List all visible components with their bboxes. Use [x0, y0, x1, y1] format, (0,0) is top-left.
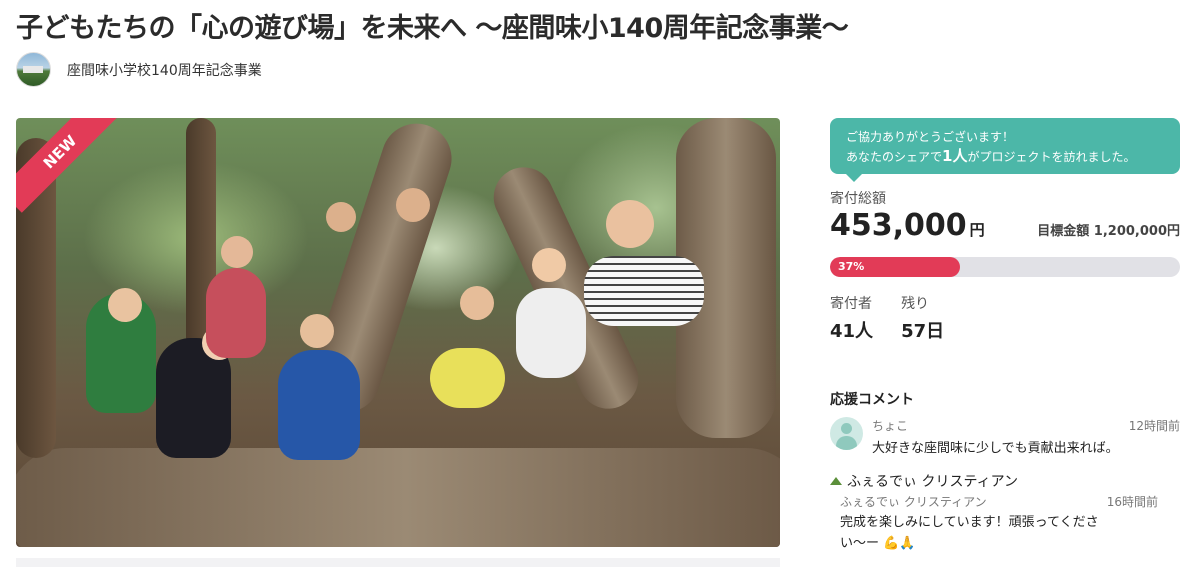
flexed-biceps-icon: 💪	[883, 536, 900, 551]
donors-stat: 寄付者 41人	[830, 293, 873, 343]
owner-avatar[interactable]	[16, 52, 51, 87]
remaining-stat: 残り 57日	[901, 293, 944, 343]
comment-item: ちょこ 12時間前 大好きな座間味に少しでも貢献出来れば。	[830, 417, 1180, 459]
comment-author[interactable]: ちょこ	[872, 417, 908, 434]
funding-sidebar: ご協力ありがとうございます！ あなたのシェアで1人がプロジェクトを訪れました。 …	[830, 118, 1180, 554]
comment-text-line2: い～ー 💪🙏	[840, 533, 1180, 554]
project-title: 子どもたちの「心の遊び場」を未来へ ～座間味小140周年記念事業～	[16, 13, 849, 44]
user-icon	[830, 417, 863, 450]
broken-image-icon	[830, 476, 844, 486]
remaining-label: 残り	[901, 296, 930, 312]
share-notice: ご協力ありがとうございます！ あなたのシェアで1人がプロジェクトを訪れました。	[830, 118, 1180, 182]
comments-title: 応援コメント	[830, 392, 914, 408]
comment-item: ふぇるでぃ クリスティアン 16時間前 完成を楽しみにしています！頑張ってくださ…	[840, 493, 1180, 554]
total-amount: 453,000	[830, 208, 967, 243]
comment-text-line1: 完成を楽しみにしています！頑張ってくださ	[840, 515, 1099, 530]
total-label: 寄付総額	[830, 191, 886, 207]
comment-author-heading[interactable]: ふぇるでぃ クリスティアン	[830, 471, 1180, 491]
owner-name[interactable]: 座間味小学校140周年記念事業	[67, 60, 262, 80]
progress-fill: 37%	[830, 257, 960, 277]
donors-label: 寄付者	[830, 296, 872, 312]
new-badge: NEW	[16, 118, 156, 258]
goal-value: 1,200,000円	[1093, 224, 1180, 239]
share-notice-line1: ご協力ありがとうございます！	[846, 130, 1015, 144]
total-currency: 円	[969, 221, 985, 239]
comment-author-display-name[interactable]: ふぇるでぃ クリスティアン	[847, 471, 1018, 491]
share-suffix: がプロジェクトを訪れました。	[967, 150, 1136, 164]
project-owner[interactable]: 座間味小学校140周年記念事業	[16, 52, 262, 87]
share-notice-line2: あなたのシェアで1人がプロジェクトを訪れました。	[846, 147, 1166, 167]
remaining-value: 57日	[901, 321, 945, 342]
comment-time: 16時間前	[1106, 495, 1158, 509]
comment-author[interactable]: ふぇるでぃ クリスティアン	[840, 493, 987, 510]
hero-bottom-strip	[16, 558, 780, 567]
new-badge-label: NEW	[16, 118, 121, 213]
comment-text: 大好きな座間味に少しでも貢献出来れば。	[872, 441, 1119, 456]
funding-progress-bar: 37%	[830, 257, 1180, 277]
folded-hands-icon: 🙏	[899, 536, 916, 551]
comment-text-line2-text: い～ー	[840, 536, 880, 551]
project-hero-image: NEW	[16, 118, 780, 547]
donors-value: 41人	[830, 321, 874, 342]
comment-time: 12時間前	[1128, 419, 1180, 433]
share-prefix: あなたのシェアで	[846, 150, 943, 164]
goal-label: 目標金額	[1037, 224, 1090, 239]
share-count: 1人	[942, 147, 968, 165]
comment-text: 完成を楽しみにしています！頑張ってくださ い～ー 💪🙏	[840, 512, 1180, 554]
goal-amount: 目標金額 1,200,000円	[1037, 220, 1180, 239]
